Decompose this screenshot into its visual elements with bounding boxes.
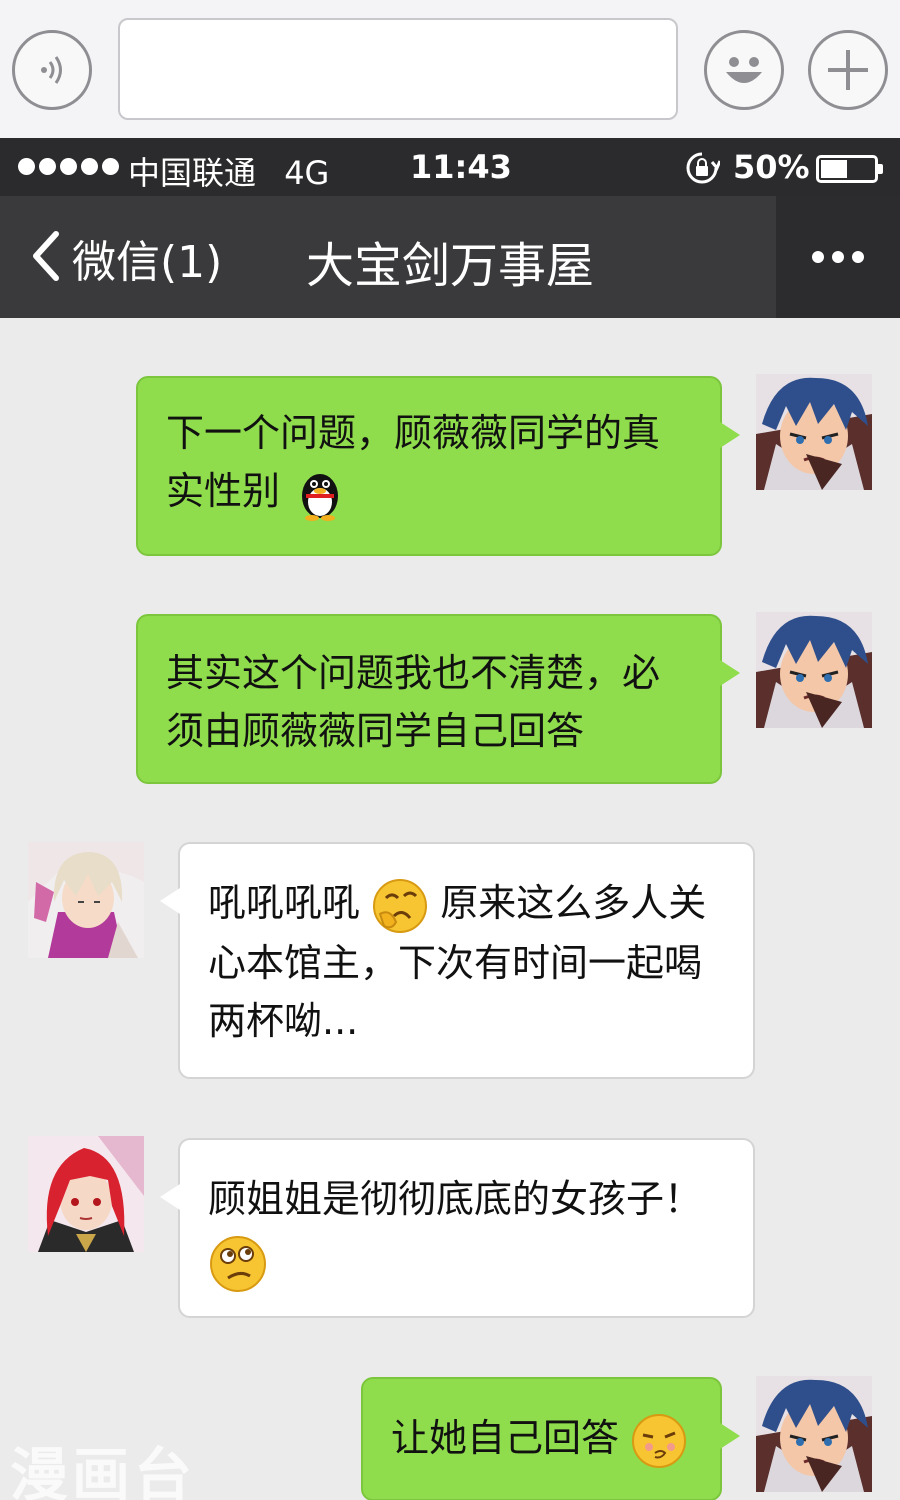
avatar-contact-red-hair[interactable] bbox=[28, 1136, 144, 1252]
avatar-blue-hair-image bbox=[756, 374, 872, 490]
signal-strength-icon bbox=[18, 158, 119, 175]
battery-percentage: 50% bbox=[733, 148, 810, 186]
navigation-bar: 大宝剑万事屋 微信(1) bbox=[0, 196, 900, 318]
watermark: 漫画台 bbox=[10, 1441, 197, 1500]
more-options-button[interactable] bbox=[776, 196, 900, 318]
message-text-line: 两杯呦... bbox=[208, 998, 359, 1043]
qq-penguin-icon bbox=[302, 473, 339, 521]
message-bubble-incoming[interactable]: 吼吼吼吼 原来这么多人关 心本馆主，下次有时间一起喝 两杯呦... bbox=[160, 842, 755, 1079]
avatar-contact-white-hair[interactable] bbox=[28, 842, 144, 958]
message-text-line: 其实这个问题我也不清楚，必 bbox=[166, 651, 661, 695]
message-text-line: 实性别 bbox=[166, 469, 281, 513]
confused-face-icon bbox=[210, 1235, 266, 1292]
message-bubble-outgoing[interactable]: 让她自己回答 bbox=[361, 1377, 740, 1500]
avatar-blue-hair-image bbox=[756, 612, 872, 728]
message-text-line: 吼吼吼吼 bbox=[208, 881, 361, 925]
message-text-line: 须由顾薇薇同学自己回答 bbox=[166, 709, 585, 753]
message-bubble-incoming[interactable]: 顾姐姐是彻彻底底的女孩子！ bbox=[160, 1138, 755, 1318]
battery-icon bbox=[816, 155, 883, 183]
battery-fill bbox=[821, 160, 847, 178]
message-text-line: 顾姐姐是彻彻底底的女孩子！ bbox=[208, 1177, 703, 1221]
avatar-me[interactable] bbox=[756, 612, 872, 728]
chat-input-bar bbox=[0, 0, 900, 138]
message-input[interactable] bbox=[118, 18, 678, 120]
back-chevron-icon[interactable] bbox=[28, 228, 62, 284]
more-functions-button[interactable] bbox=[808, 30, 888, 110]
voice-button[interactable] bbox=[12, 30, 92, 110]
network-type: 4G bbox=[284, 154, 330, 192]
rotation-lock-icon bbox=[686, 152, 720, 184]
message-text-line: 心本馆主，下次有时间一起喝 bbox=[208, 940, 703, 985]
avatar-me[interactable] bbox=[756, 374, 872, 490]
back-button[interactable]: 微信(1) bbox=[72, 226, 222, 290]
status-time: 11:43 bbox=[410, 148, 512, 186]
message-bubble-outgoing[interactable]: 下一个问题，顾薇薇同学的真 实性别 bbox=[136, 376, 740, 556]
message-text-line: 下一个问题，顾薇薇同学的真 bbox=[166, 411, 661, 455]
avatar-white-hair-image bbox=[28, 842, 144, 958]
status-bar: 中国联通 4G 11:43 50% bbox=[0, 138, 900, 196]
message-text-line: 让她自己回答 bbox=[391, 1416, 620, 1460]
thinking-face-icon bbox=[373, 878, 428, 933]
voice-icon bbox=[41, 56, 62, 84]
message-bubble-outgoing[interactable]: 其实这个问题我也不清楚，必 须由顾薇薇同学自己回答 bbox=[136, 614, 740, 784]
avatar-blue-hair-image bbox=[756, 1376, 872, 1492]
avatar-me[interactable] bbox=[756, 1376, 872, 1492]
plus-icon bbox=[828, 50, 868, 90]
more-dots-icon bbox=[812, 251, 824, 263]
smiley-icon bbox=[726, 57, 762, 83]
carrier-name: 中国联通 bbox=[128, 154, 257, 192]
avatar-red-hair-image bbox=[28, 1136, 144, 1252]
message-text-line: 原来这么多人关 bbox=[440, 881, 707, 925]
smirk-face-icon bbox=[632, 1413, 687, 1468]
emoji-button[interactable] bbox=[704, 30, 784, 110]
